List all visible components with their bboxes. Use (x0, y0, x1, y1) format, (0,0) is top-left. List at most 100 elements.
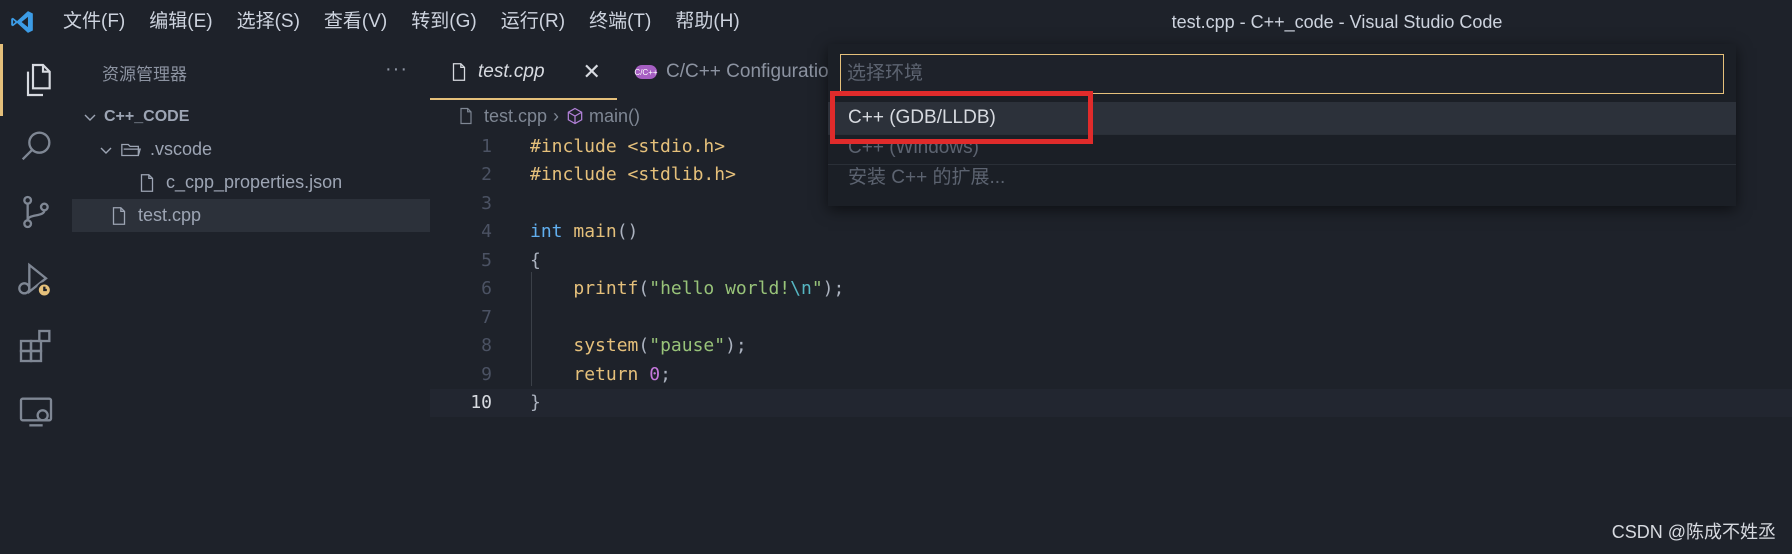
file-icon (112, 206, 126, 225)
chevron-down-icon (100, 147, 112, 154)
code-token: #include (530, 135, 628, 157)
sidebar-title: 资源管理器 (102, 64, 187, 84)
line-number: 8 (481, 335, 492, 357)
line-source: #include <stdio.h> (530, 136, 725, 157)
menu-item[interactable]: 终端(T) (577, 0, 663, 44)
line-number: 9 (481, 363, 492, 385)
code-token: <stdio.h> (627, 135, 726, 157)
file-icon (140, 173, 154, 192)
code-token: ); (725, 335, 747, 357)
tab-label: test.cpp (478, 61, 545, 82)
code-line[interactable]: 10} (430, 388, 1792, 417)
menu-item[interactable]: 查看(V) (312, 0, 399, 44)
code-token: 0 (649, 363, 661, 385)
line-source: return 0; (530, 364, 671, 385)
close-icon[interactable]: ✕ (583, 59, 601, 85)
tree-file-test[interactable]: test.cpp (72, 199, 430, 232)
code-token: ; (660, 363, 671, 385)
line-number: 1 (481, 135, 492, 157)
chevron-down-icon (84, 114, 96, 121)
line-source: int main() (530, 221, 638, 242)
code-token: "hello world! (649, 278, 791, 300)
code-line[interactable]: 9 return 0; (430, 360, 1792, 389)
code-line[interactable]: 5{ (430, 246, 1792, 275)
breadcrumb-separator: › (553, 105, 560, 126)
line-number: 4 (481, 221, 492, 243)
line-source: #include <stdlib.h> (530, 164, 736, 185)
breadcrumb-symbol[interactable]: main() (589, 106, 640, 127)
line-number: 3 (481, 192, 492, 214)
file-label: c_cpp_properties.json (166, 172, 343, 192)
highlight-annotation-box (830, 91, 1093, 144)
menu-item[interactable]: 选择(S) (225, 0, 312, 44)
line-number: 6 (481, 278, 492, 300)
title-bar: 文件(F) 编辑(E) 选择(S) 查看(V) 转到(G) 运行(R) 终端(T) 帮助(H)… (0, 0, 1792, 44)
code-token: return (573, 363, 650, 385)
source-control-icon[interactable] (0, 176, 72, 248)
file-icon (460, 107, 472, 125)
environment-input[interactable] (840, 54, 1724, 94)
code-token: ); (822, 278, 845, 300)
method-cube-icon (567, 107, 583, 125)
code-line[interactable]: 8 system("pause"); (430, 332, 1792, 361)
breadcrumb-file[interactable]: test.cpp (484, 106, 547, 127)
code-token: "pause" (649, 335, 726, 357)
tree-root-folder[interactable]: C++_CODE (72, 100, 430, 133)
menu-item[interactable]: 编辑(E) (137, 0, 224, 44)
line-number: 7 (481, 306, 492, 328)
code-token: printf (573, 278, 639, 300)
code-token: " (811, 278, 823, 300)
remote-explorer-icon[interactable] (0, 376, 72, 448)
tab-cpp-configuration[interactable]: C/C++ C/C++ Configuration (617, 44, 855, 100)
code-token: { (530, 249, 541, 271)
code-token: ( (638, 335, 650, 357)
menu-item[interactable]: 文件(F) (51, 0, 137, 44)
menu-item[interactable]: 运行(R) (489, 0, 577, 44)
code-token: } (530, 392, 541, 414)
vscode-logo-icon (0, 0, 44, 44)
code-token: int (530, 221, 574, 243)
code-token: <stdlib.h> (627, 164, 736, 186)
code-token: \n (790, 278, 812, 300)
indent-guide (531, 272, 532, 386)
search-icon[interactable] (0, 110, 72, 182)
code-token: ( (638, 278, 650, 300)
file-label: test.cpp (138, 205, 202, 225)
explorer-sidebar: 资源管理器 ··· C++_CODE .vscode c_cpp_propert… (72, 44, 430, 554)
line-number: 2 (481, 164, 492, 186)
explorer-icon[interactable] (0, 44, 72, 116)
root-folder-label: C++_CODE (104, 107, 190, 125)
file-icon (452, 63, 466, 81)
option-install-extension[interactable]: 安装 C++ 的扩展... (828, 162, 1736, 194)
line-source: printf("hello world!\n"); (530, 278, 844, 299)
more-actions-icon[interactable]: ··· (385, 58, 408, 81)
line-source: system("pause"); (530, 335, 747, 357)
code-token: system (573, 335, 639, 357)
tab-test-cpp[interactable]: test.cpp ✕ (430, 44, 617, 100)
watermark: CSDN @陈成不姓丞 (1611, 522, 1776, 542)
code-line[interactable]: 4 int main() (430, 218, 1792, 247)
line-number: 10 (470, 392, 492, 414)
code-token: () (616, 221, 639, 243)
code-token: main (573, 221, 617, 243)
menu-bar: 文件(F) 编辑(E) 选择(S) 查看(V) 转到(G) 运行(R) 终端(T) 帮助(H) (51, 0, 752, 44)
tab-label: C/C++ Configuration (665, 61, 840, 82)
tree-folder-vscode[interactable]: .vscode (72, 133, 430, 166)
run-debug-icon[interactable] (0, 244, 72, 316)
line-source: { (530, 250, 541, 271)
sidebar-header: 资源管理器 ··· (72, 44, 430, 100)
code-line[interactable]: 7 (430, 303, 1792, 332)
menu-item[interactable]: 帮助(H) (663, 0, 751, 44)
tree-file-properties[interactable]: c_cpp_properties.json (72, 166, 430, 199)
folder-label: .vscode (150, 139, 213, 159)
activity-bar (0, 44, 72, 554)
menu-item[interactable]: 转到(G) (399, 0, 488, 44)
code-token: #include (530, 164, 628, 186)
cpp-config-icon: C/C++ (634, 65, 658, 79)
line-source: } (530, 392, 541, 413)
code-line[interactable]: 6 printf("hello world!\n"); (430, 275, 1792, 304)
line-number: 5 (481, 249, 492, 271)
extensions-icon[interactable] (0, 310, 72, 382)
